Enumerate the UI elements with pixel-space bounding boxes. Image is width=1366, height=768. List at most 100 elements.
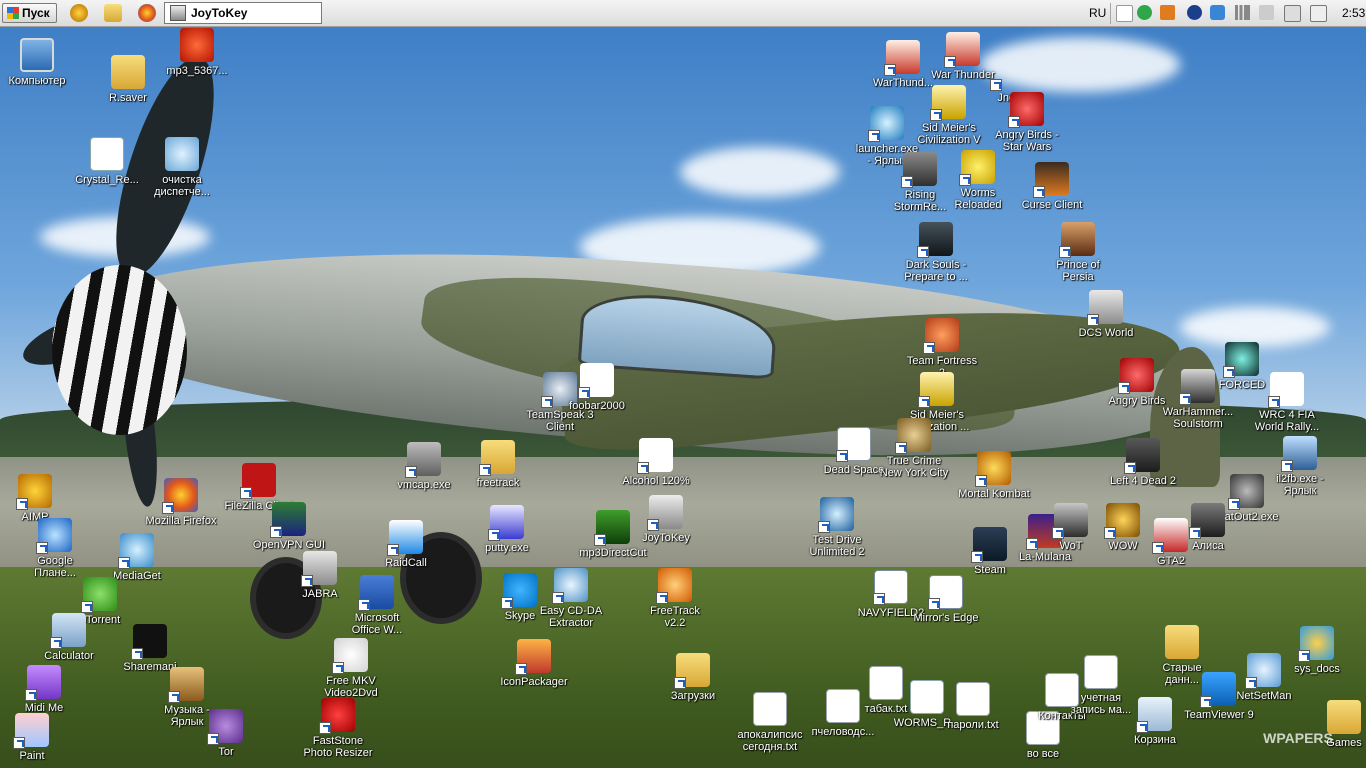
language-indicator[interactable]: RU	[1089, 6, 1106, 20]
dark-souls-icon	[917, 222, 953, 258]
desktop-icon-alice[interactable]: Алиса	[1171, 503, 1245, 552]
desktop-icon-freetrack[interactable]: FreeTrack v2.2	[638, 568, 712, 629]
desktop-icon-alcohol[interactable]: Alcohol 120%	[619, 438, 693, 487]
desktop-icon-folder[interactable]: R.saver	[91, 55, 165, 104]
desktop-icon-recycle-bin[interactable]: Корзина	[1118, 697, 1192, 746]
desktop-icon-foobar[interactable]: foobar2000	[560, 363, 634, 412]
shortcut-arrow-icon	[928, 598, 940, 610]
desktop-icon-mediaget[interactable]: MediaGet	[100, 533, 174, 582]
desktop-icon-label: Angry Birds	[1108, 395, 1166, 407]
desktop-icon-warhammer[interactable]: WarHammer... Soulstorm	[1161, 369, 1235, 430]
desktop-icon-curse[interactable]: Curse Client	[1015, 162, 1089, 211]
tray-app-icon[interactable]	[1137, 5, 1152, 20]
alcohol-icon	[637, 438, 673, 474]
desktop-icon-raidcall[interactable]: RaidCall	[369, 520, 443, 569]
desktop-icon-label: mp3DirectCut	[579, 547, 647, 559]
tray-play-icon[interactable]	[1160, 5, 1175, 20]
shortcut-arrow-icon	[1087, 314, 1099, 326]
desktop-icon-flash-file[interactable]: Crystal_Re...	[70, 137, 144, 186]
desktop-icon-faststone[interactable]: FastStone Photo Resizer	[301, 698, 375, 759]
desktop-icon-mkv[interactable]: Free MKV Video2Dvd	[314, 638, 388, 699]
mp3-file-icon	[180, 28, 214, 62]
desktop-icon-aimp[interactable]: AIMP	[0, 474, 72, 523]
desktop-icon-cd[interactable]: Easy CD-DA Extractor	[534, 568, 608, 629]
shortcut-arrow-icon	[501, 597, 513, 609]
desktop-icon-calculator[interactable]: Calculator	[32, 613, 106, 662]
desktop-icon-text-file[interactable]: пароли.txt	[936, 682, 1010, 731]
desktop-icon-midi[interactable]: Midi Me	[7, 665, 81, 714]
aimp-quicklaunch-icon[interactable]	[70, 4, 88, 22]
desktop-icon-dark-souls[interactable]: Dark Souls - Prepare to ...	[899, 222, 973, 283]
desktop-icon-openvpn[interactable]: OpenVPN GUI	[252, 502, 326, 551]
start-button[interactable]: Пуск	[2, 3, 57, 23]
desktop-icon-downloads-folder[interactable]: Загрузки	[656, 653, 730, 702]
desktop-icon-iconpackager[interactable]: IconPackager	[497, 639, 571, 688]
display-icon[interactable]	[1310, 5, 1327, 22]
desktop-icon-gear[interactable]: очистка диспетче...	[145, 137, 219, 198]
desktop-icon-shareman[interactable]: Sharemani	[113, 624, 187, 673]
shortcut-arrow-icon	[594, 534, 606, 546]
text-file-icon	[753, 692, 787, 726]
shortcut-arrow-icon	[270, 526, 282, 538]
desktop-icon-prince-of-persia[interactable]: Prince of Persia	[1041, 222, 1115, 283]
taskbar-button-joytokey[interactable]: JoyToKey	[164, 2, 322, 24]
explorer-quicklaunch-icon[interactable]	[104, 4, 122, 22]
gear-icon	[165, 137, 199, 171]
desktop-icon-mirrors-edge[interactable]: Mirror's Edge	[909, 575, 983, 624]
desktop-icon-tf2[interactable]: Team Fortress 2	[905, 318, 979, 379]
desktop-icon-label: freetrack	[476, 477, 520, 489]
desktop-icon-angry-birds[interactable]: Angry Birds - Star Wars	[990, 92, 1064, 153]
volume-icon[interactable]	[1259, 5, 1274, 20]
shortcut-arrow-icon	[873, 593, 885, 605]
faststone-icon	[319, 698, 355, 734]
tray-divider	[1110, 3, 1111, 24]
desktop-icon-putty[interactable]: putty.exe	[470, 505, 544, 554]
desktop-icon-folder[interactable]: freetrack	[461, 440, 535, 489]
worms-icon	[959, 150, 995, 186]
desktop-icon-true-crime[interactable]: True Crime New York City	[877, 418, 951, 479]
desktop-icon-left4dead[interactable]: Left 4 Dead 2	[1106, 438, 1180, 487]
chevron-down-icon[interactable]	[1116, 5, 1133, 22]
desktop-icon-label: во все	[1026, 748, 1060, 760]
desktop-icon-label: Компьютер	[8, 75, 66, 87]
shortcut-arrow-icon	[131, 648, 143, 660]
desktop-icon-google-earth[interactable]: Google Плане...	[18, 518, 92, 579]
task-label: JoyToKey	[191, 6, 248, 20]
tf2-icon	[923, 318, 959, 354]
desktop-icon-worms[interactable]: Worms Reloaded	[941, 150, 1015, 211]
shortcut-arrow-icon	[923, 342, 935, 354]
tray-app-icon[interactable]	[1187, 5, 1202, 20]
desktop-icon-firefox[interactable]: Mozilla Firefox	[144, 478, 218, 527]
shortcut-arrow-icon	[207, 733, 219, 745]
desktop-icon-computer[interactable]: Компьютер	[0, 38, 74, 87]
desktop-icon-label: Rising StormRe...	[893, 189, 947, 213]
desktop-icon-dcs[interactable]: DCS World	[1069, 290, 1143, 339]
shortcut-arrow-icon	[301, 575, 313, 587]
signal-icon[interactable]	[1235, 5, 1250, 20]
desktop-icon-wrc[interactable]: WRC 4 FIA World Rally...	[1250, 372, 1324, 433]
tray-network-icon[interactable]	[1210, 5, 1225, 20]
desktop-icon-paint[interactable]: Paint	[0, 713, 69, 762]
desktop-icon-vmcap[interactable]: vmcap.exe	[387, 442, 461, 491]
warhammer-icon	[1179, 369, 1215, 405]
desktop-icon-tor[interactable]: Tor	[189, 709, 263, 758]
desktop-icon-mortal-kombat[interactable]: Mortal Kombat	[957, 451, 1031, 500]
shortcut-arrow-icon	[930, 109, 942, 121]
aimp-icon	[16, 474, 52, 510]
desktop-icon-label: OpenVPN GUI	[252, 539, 326, 551]
tor-icon	[207, 709, 243, 745]
folder-icon	[479, 440, 515, 476]
shortcut-arrow-icon	[1281, 460, 1293, 472]
desktop-icon-joytokey[interactable]: JoyToKey	[629, 495, 703, 544]
shortcut-arrow-icon	[162, 502, 174, 514]
desktop-icon-word[interactable]: Microsoft Office W...	[340, 575, 414, 636]
desktop-icon-text-file[interactable]: апокалипсис сегодня.txt	[733, 692, 807, 753]
clock[interactable]: 2:53	[1342, 6, 1365, 20]
shortcut-arrow-icon	[1189, 527, 1201, 539]
desktop-icon-mp3-file[interactable]: mp3_5367...	[160, 28, 234, 77]
firefox-quicklaunch-icon[interactable]	[138, 4, 156, 22]
usb-device-icon[interactable]	[1284, 5, 1301, 22]
desktop-icon-label: mp3_5367...	[166, 65, 228, 77]
desktop-icon-test-drive[interactable]: Test Drive Unlimited 2	[800, 497, 874, 558]
desktop-icon-label: Curse Client	[1021, 199, 1083, 211]
